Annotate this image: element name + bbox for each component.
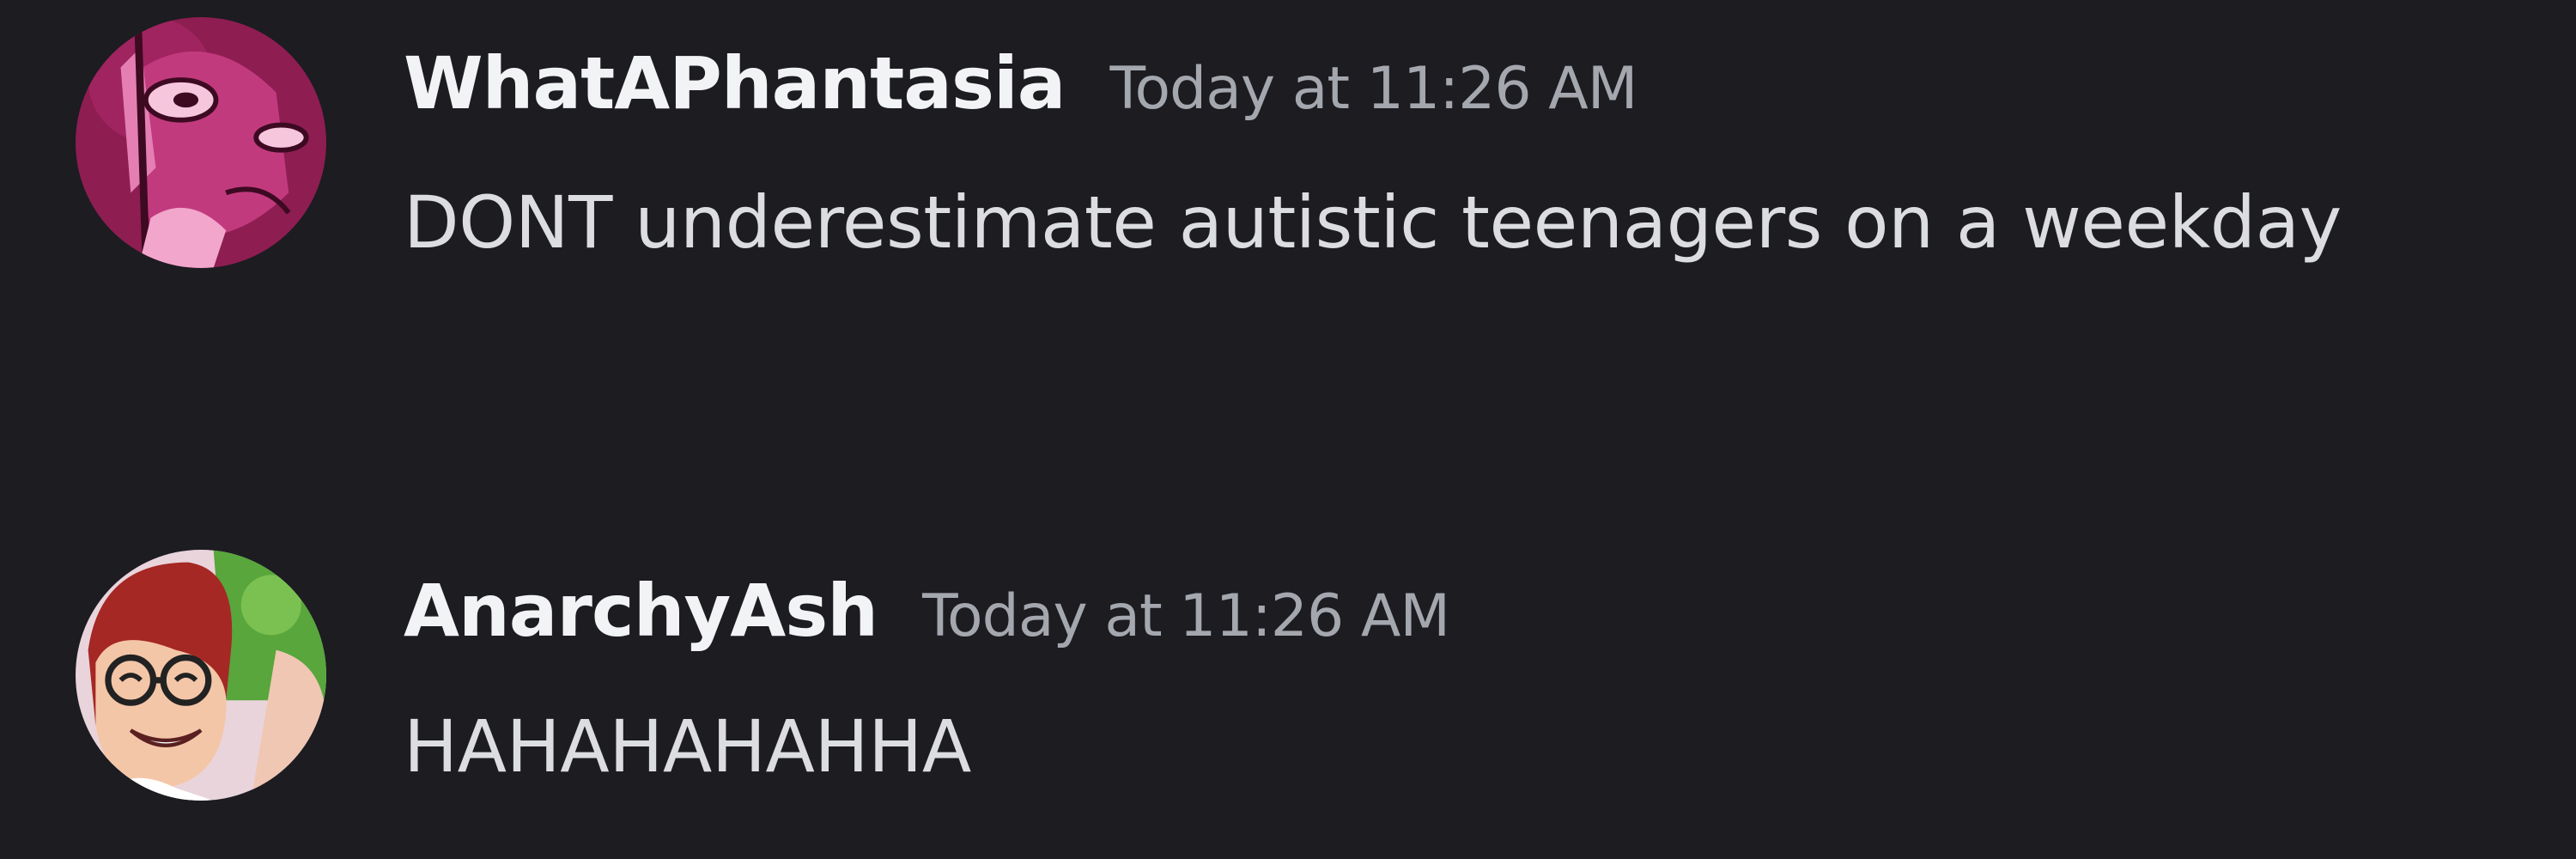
username[interactable]: AnarchyAsh bbox=[404, 569, 878, 653]
message-header: AnarchyAsh Today at 11:26 AM bbox=[404, 569, 1450, 653]
pink-character-avatar-icon bbox=[76, 17, 326, 268]
message-header: WhatAPhantasia Today at 11:26 AM bbox=[404, 41, 1637, 125]
timestamp: Today at 11:26 AM bbox=[1109, 55, 1637, 123]
user-avatar[interactable] bbox=[76, 17, 326, 268]
chat-message: AnarchyAsh Today at 11:26 AM HAHAHAHAHHA bbox=[0, 515, 2576, 859]
red-haired-glasses-character-avatar-icon bbox=[76, 550, 326, 801]
timestamp: Today at 11:26 AM bbox=[922, 582, 1450, 650]
chat-message: WhatAPhantasia Today at 11:26 AM DONT und… bbox=[0, 0, 2576, 515]
username[interactable]: WhatAPhantasia bbox=[404, 41, 1066, 125]
message-content: DONT underestimate autistic teenagers on… bbox=[404, 180, 2342, 265]
user-avatar[interactable] bbox=[76, 550, 326, 801]
message-content: HAHAHAHAHHA bbox=[404, 704, 971, 789]
